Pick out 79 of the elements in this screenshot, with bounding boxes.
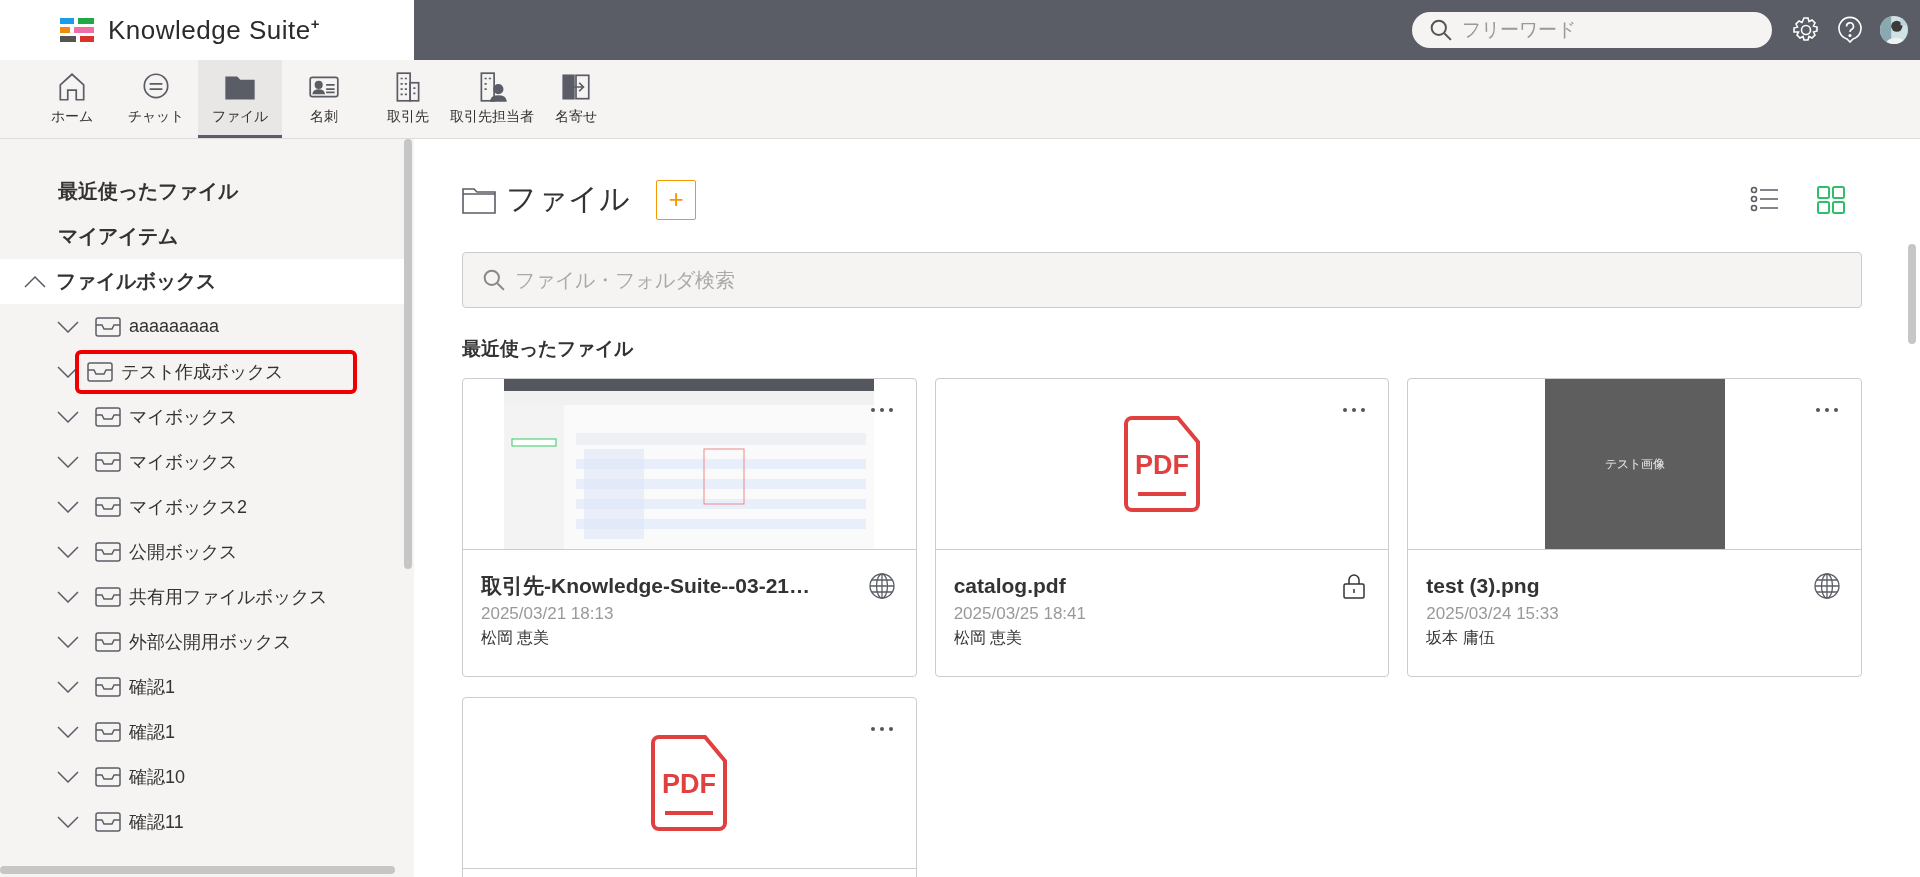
globe-icon — [867, 572, 896, 600]
file-name: catalog.pdf — [953, 574, 1066, 598]
tree-item[interactable]: マイボックス — [89, 447, 243, 476]
chevron-down-icon[interactable] — [57, 725, 79, 738]
file-owner: 坂本 庸伍 — [1426, 628, 1496, 648]
file-name: 取引先-Knowledge-Suite--03-21… — [481, 573, 811, 599]
inbox-icon — [95, 721, 121, 742]
chevron-down-icon[interactable] — [57, 455, 79, 468]
tree-item[interactable]: テスト作成ボックス — [79, 353, 353, 390]
nav-tab[interactable]: 取引先担当者 — [450, 60, 534, 138]
tree-item[interactable]: 共有用ファイルボックス — [89, 582, 333, 611]
globe-icon — [1813, 572, 1841, 600]
brand-name: Knowledge Suite$^{+}$ — [108, 14, 320, 46]
tree-item[interactable]: マイボックス — [89, 402, 243, 431]
chevron-down-icon[interactable] — [57, 500, 79, 513]
file-owner: 松岡 恵美 — [481, 628, 551, 648]
scrollbar[interactable] — [0, 866, 395, 874]
inbox-icon — [95, 676, 121, 697]
nav-tab[interactable]: チャット — [114, 60, 198, 138]
chevron-down-icon[interactable] — [57, 320, 79, 333]
tree-item[interactable]: マイボックス2 — [89, 492, 253, 521]
file-card[interactable]: 取引先-Knowledge-Suite--03-21… 2025/03/21 18:13 松岡 恵美 — [462, 378, 917, 677]
search-icon — [483, 269, 505, 291]
inbox-icon — [95, 541, 121, 562]
inbox-icon — [95, 586, 121, 607]
file-name: test (3).png — [1426, 574, 1540, 598]
image-thumbnail: テスト画像 — [1544, 379, 1725, 549]
tree-item[interactable]: aaaaaaaaa — [89, 314, 226, 339]
chevron-down-icon[interactable] — [57, 635, 79, 648]
inbox-icon — [87, 361, 113, 382]
file-card[interactable]: PDF catalog.pdf 2025/03/25 18:41 松岡 恵美 — [934, 378, 1390, 677]
tree-item[interactable]: 外部公開用ボックス — [89, 627, 297, 656]
chevron-down-icon[interactable] — [57, 815, 79, 828]
file-date: 2025/03/21 18:13 — [481, 604, 615, 624]
chevron-down-icon[interactable] — [57, 680, 79, 693]
scrollbar[interactable] — [404, 139, 412, 569]
more-icon[interactable] — [869, 407, 894, 413]
logo-icon — [60, 18, 94, 42]
file-owner: 松岡 恵美 — [953, 628, 1024, 648]
chevron-up-icon[interactable] — [24, 275, 46, 288]
nav-tab[interactable]: ファイル — [198, 60, 282, 138]
tree-item[interactable]: 確認11 — [89, 807, 190, 836]
chevron-down-icon[interactable] — [57, 770, 79, 783]
inbox-icon — [95, 811, 121, 832]
chevron-down-icon[interactable] — [57, 545, 79, 558]
inbox-icon — [95, 496, 121, 517]
inbox-icon — [95, 316, 121, 337]
nav-tab[interactable]: 名寄せ — [534, 60, 618, 138]
settings-icon[interactable] — [1792, 16, 1820, 44]
section-title: 最近使ったファイル — [462, 337, 634, 361]
file-card[interactable]: PDF — [462, 697, 917, 877]
inbox-icon — [95, 406, 121, 427]
inbox-icon — [95, 631, 121, 652]
nav-tab[interactable]: 名刺 — [282, 60, 366, 138]
nav-tab[interactable]: ホーム — [30, 60, 114, 138]
sidebar-item[interactable]: 最近使ったファイル — [0, 169, 414, 214]
help-icon[interactable] — [1836, 16, 1864, 44]
tree-item[interactable]: 確認1 — [89, 672, 181, 701]
sidebar-item[interactable]: マイアイテム — [0, 214, 414, 259]
folder-icon — [462, 185, 496, 214]
inbox-icon — [95, 451, 121, 472]
nav-tab[interactable]: 取引先 — [366, 60, 450, 138]
more-icon[interactable] — [1342, 407, 1367, 413]
pdf-icon: PDF — [651, 735, 728, 831]
pdf-icon: PDF — [1124, 416, 1200, 512]
scrollbar[interactable] — [1908, 244, 1916, 344]
more-icon[interactable] — [869, 726, 894, 732]
tree-item[interactable]: 公開ボックス — [89, 537, 243, 566]
file-date: 2025/03/25 18:41 — [953, 604, 1087, 624]
tree-item[interactable]: 確認1 — [89, 717, 181, 746]
tree-item[interactable]: 確認10 — [89, 762, 192, 791]
file-card[interactable]: テスト画像 test (3).png 2025/03/24 15:33 坂本 庸伍 — [1407, 378, 1862, 677]
inbox-icon — [95, 766, 121, 787]
search-icon — [1430, 19, 1452, 41]
file-date: 2025/03/24 15:33 — [1426, 604, 1560, 624]
page-title: ファイル — [506, 181, 630, 217]
chevron-down-icon[interactable] — [57, 410, 79, 423]
chevron-down-icon[interactable] — [57, 590, 79, 603]
more-icon[interactable] — [1815, 407, 1839, 413]
